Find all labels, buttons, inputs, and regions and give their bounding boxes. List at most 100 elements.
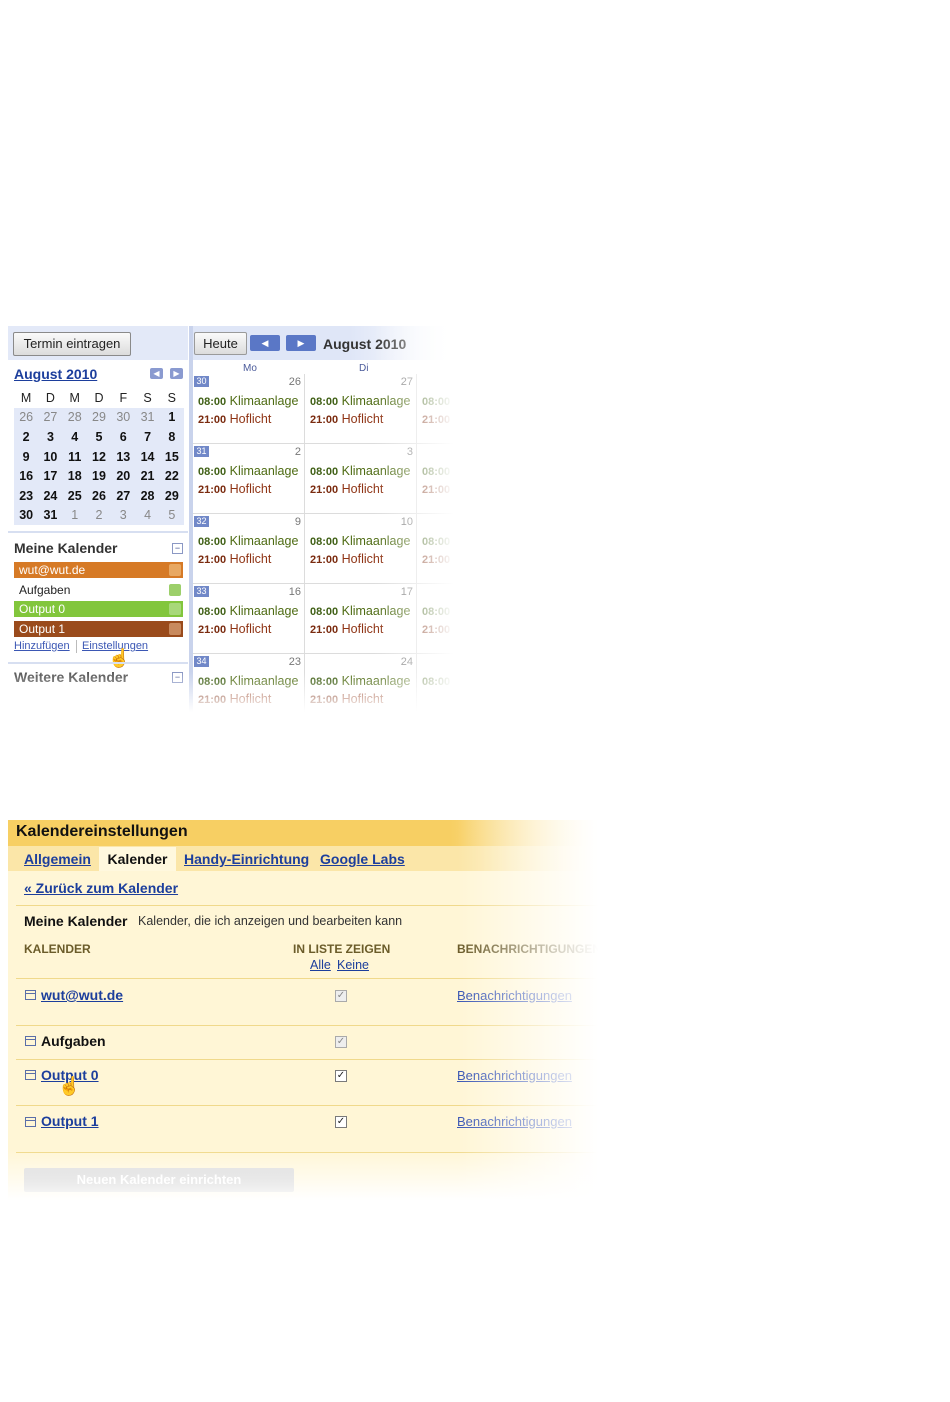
day-cell[interactable]: 10 08:00 Klimaanlage 21:00 Hoflicht bbox=[305, 514, 417, 584]
arrow-right-icon[interactable]: ▶ bbox=[170, 368, 183, 379]
tab-mobile-setup[interactable]: Handy-Einrichtung bbox=[184, 851, 309, 867]
create-new-calendar-button[interactable]: Neuen Kalender einrichten bbox=[24, 1168, 294, 1192]
day-cell[interactable]: 08:00 21:00 bbox=[417, 444, 454, 514]
day-cell[interactable]: 27 08:00 Klimaanlage 21:00 Hoflicht bbox=[305, 374, 417, 444]
calendar-name-link[interactable]: Output 1 bbox=[41, 1113, 99, 1129]
mini-day[interactable]: 9 bbox=[14, 446, 39, 467]
event-chip[interactable]: 21:00 Hoflicht bbox=[310, 412, 383, 426]
mini-day[interactable]: 5 bbox=[159, 505, 184, 526]
mini-day[interactable]: 30 bbox=[14, 505, 39, 526]
day-number[interactable]: 3 bbox=[407, 446, 413, 458]
mini-day[interactable]: 19 bbox=[86, 466, 112, 486]
event-chip[interactable]: 08:00 Klimaanlage bbox=[310, 674, 410, 688]
chevron-down-icon[interactable] bbox=[169, 584, 181, 596]
calendar-name-link[interactable]: wut@wut.de bbox=[41, 987, 123, 1003]
other-calendars-heading[interactable]: Weitere Kalender bbox=[14, 669, 128, 685]
mini-day[interactable]: 15 bbox=[159, 446, 184, 467]
calendar-item-output-0[interactable]: Output 0 bbox=[14, 601, 183, 617]
tab-general[interactable]: Allgemein bbox=[24, 851, 91, 867]
mini-day[interactable]: 16 bbox=[14, 466, 39, 486]
day-number[interactable]: 23 bbox=[289, 656, 301, 668]
event-chip[interactable]: 08:00 Klimaanlage bbox=[310, 394, 410, 408]
mini-calendar-month[interactable]: August 2010 bbox=[14, 366, 97, 382]
mini-day[interactable]: 2 bbox=[14, 427, 39, 447]
calendar-item-output-1[interactable]: Output 1 bbox=[14, 621, 183, 637]
day-cell[interactable]: 08:00 21:00 bbox=[417, 514, 454, 584]
mini-day[interactable]: 5 bbox=[86, 427, 112, 447]
event-chip[interactable]: 21:00 Hoflicht bbox=[310, 552, 383, 566]
event-chip[interactable]: 08:00 bbox=[422, 674, 450, 688]
day-number[interactable]: 10 bbox=[401, 516, 413, 528]
mini-day[interactable]: 30 bbox=[111, 407, 136, 428]
select-all-link[interactable]: Alle bbox=[310, 958, 331, 972]
chevron-down-icon[interactable] bbox=[169, 623, 181, 635]
event-chip[interactable]: 21:00 Hoflicht bbox=[310, 622, 383, 636]
mini-day[interactable]: 13 bbox=[111, 446, 136, 467]
event-chip[interactable]: 08:00 Klimaanlage bbox=[198, 674, 298, 688]
back-to-calendar-link[interactable]: « Zurück zum Kalender bbox=[24, 880, 178, 896]
mini-day[interactable]: 4 bbox=[135, 505, 160, 526]
event-chip[interactable]: 08:00 Klimaanlage bbox=[198, 394, 298, 408]
day-cell[interactable]: 23 08:00 Klimaanlage 21:00 Hoflicht bbox=[193, 654, 305, 712]
mini-day[interactable]: 3 bbox=[38, 427, 63, 447]
event-chip[interactable]: 08:00 Klimaanlage bbox=[310, 604, 410, 618]
event-chip[interactable]: 08:00 bbox=[422, 534, 450, 548]
mini-day[interactable]: 7 bbox=[135, 427, 160, 447]
mini-day[interactable]: 31 bbox=[135, 407, 160, 428]
mini-day[interactable]: 27 bbox=[111, 485, 136, 506]
mini-day[interactable]: 1 bbox=[159, 407, 184, 428]
mini-day[interactable]: 21 bbox=[135, 466, 160, 486]
chevron-down-icon[interactable] bbox=[169, 564, 181, 576]
mini-day[interactable]: 23 bbox=[14, 485, 39, 506]
event-chip[interactable]: 21:00 Hoflicht bbox=[310, 482, 383, 496]
day-cell[interactable]: 08:00 21:00 bbox=[417, 374, 454, 444]
mini-day[interactable]: 31 bbox=[38, 505, 63, 526]
create-event-button[interactable]: Termin eintragen bbox=[13, 332, 131, 356]
event-chip[interactable]: 21:00 Hoflicht bbox=[198, 622, 271, 636]
add-calendar-link[interactable]: Hinzufügen bbox=[14, 640, 70, 652]
select-none-link[interactable]: Keine bbox=[337, 958, 369, 972]
notifications-link[interactable]: Benachrichtigungen bbox=[457, 988, 572, 1003]
mini-day[interactable]: 2 bbox=[86, 505, 112, 526]
mini-day[interactable]: 24 bbox=[38, 485, 63, 506]
chevron-down-icon[interactable] bbox=[169, 603, 181, 615]
event-chip[interactable]: 21:00 bbox=[422, 482, 450, 496]
mini-day[interactable]: 6 bbox=[111, 427, 136, 447]
event-chip[interactable]: 08:00 Klimaanlage bbox=[310, 534, 410, 548]
mini-day[interactable]: 3 bbox=[111, 505, 136, 526]
day-cell[interactable]: 16 08:00 Klimaanlage 21:00 Hoflicht bbox=[193, 584, 305, 654]
mini-day[interactable]: 27 bbox=[38, 407, 63, 428]
day-cell[interactable]: 24 08:00 Klimaanlage 21:00 Hoflicht bbox=[305, 654, 417, 712]
event-chip[interactable]: 08:00 Klimaanlage bbox=[198, 534, 298, 548]
day-cell[interactable]: 08:00 bbox=[417, 654, 454, 712]
tab-google-labs[interactable]: Google Labs bbox=[320, 851, 405, 867]
arrow-right-icon[interactable]: ▶ bbox=[286, 335, 316, 351]
tab-calendars[interactable]: Kalender bbox=[99, 847, 176, 871]
day-number[interactable]: 9 bbox=[295, 516, 301, 528]
notifications-link[interactable]: Benachrichtigungen bbox=[457, 1068, 572, 1083]
mini-day[interactable]: 25 bbox=[62, 485, 87, 506]
mini-day[interactable]: 28 bbox=[135, 485, 160, 506]
day-cell[interactable]: 17 08:00 Klimaanlage 21:00 Hoflicht bbox=[305, 584, 417, 654]
collapse-icon[interactable]: − bbox=[172, 543, 183, 554]
day-number[interactable]: 2 bbox=[295, 446, 301, 458]
event-chip[interactable]: 21:00 Hoflicht bbox=[198, 482, 271, 496]
show-in-list-checkbox[interactable]: ✓ bbox=[335, 1070, 347, 1082]
mini-day[interactable]: 26 bbox=[86, 485, 112, 506]
event-chip[interactable]: 21:00 Hoflicht bbox=[198, 692, 271, 706]
mini-day[interactable]: 26 bbox=[14, 407, 39, 428]
calendar-item-wut[interactable]: wut@wut.de bbox=[14, 562, 183, 578]
mini-day[interactable]: 1 bbox=[62, 505, 87, 526]
mini-day[interactable]: 14 bbox=[135, 446, 160, 467]
day-cell[interactable]: 26 08:00 Klimaanlage 21:00 Hoflicht bbox=[193, 374, 305, 444]
mini-day[interactable]: 17 bbox=[38, 466, 63, 486]
mini-day[interactable]: 28 bbox=[62, 407, 87, 428]
event-chip[interactable]: 08:00 bbox=[422, 464, 450, 478]
event-chip[interactable]: 21:00 bbox=[422, 552, 450, 566]
mini-day[interactable]: 12 bbox=[86, 446, 112, 467]
day-cell[interactable]: 08:00 21:00 bbox=[417, 584, 454, 654]
day-cell[interactable]: 9 08:00 Klimaanlage 21:00 Hoflicht bbox=[193, 514, 305, 584]
day-number[interactable]: 27 bbox=[401, 376, 413, 388]
event-chip[interactable]: 21:00 Hoflicht bbox=[198, 552, 271, 566]
collapse-icon[interactable]: − bbox=[172, 672, 183, 683]
